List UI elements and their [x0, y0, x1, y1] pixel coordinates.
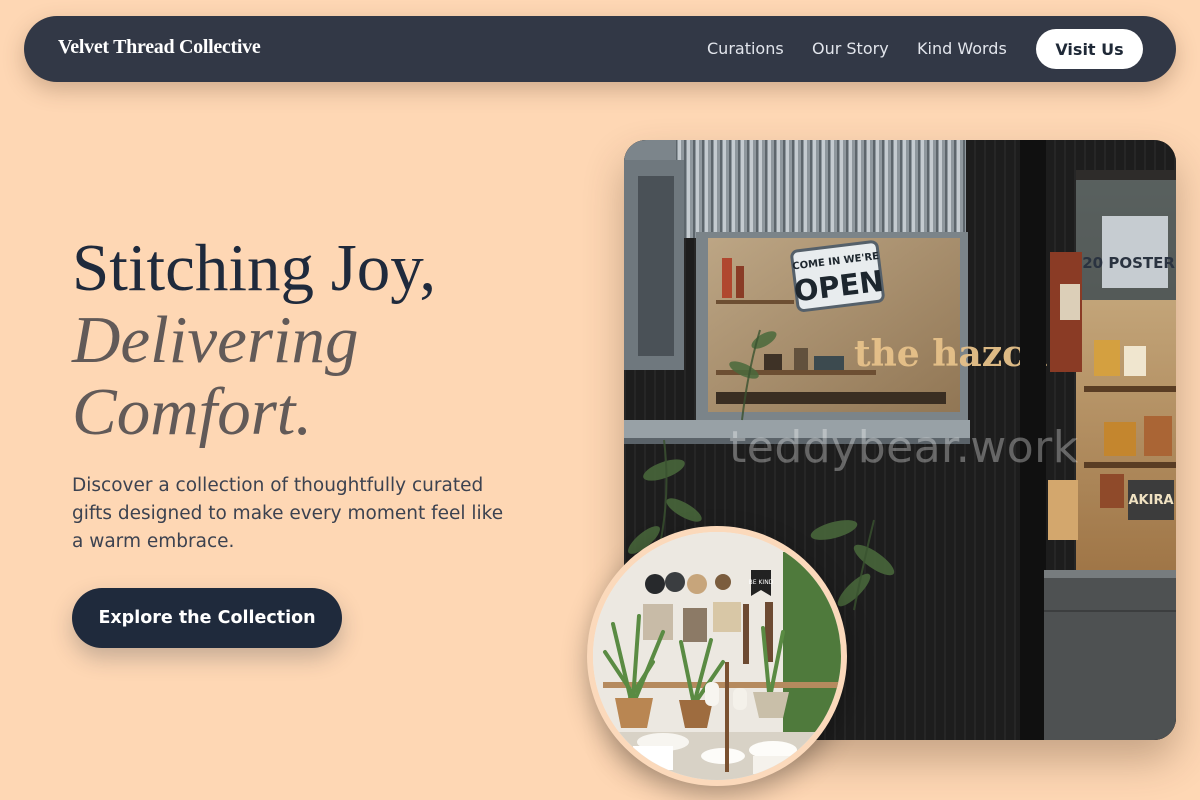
shop-interior-illustration: BE KIND [593, 532, 841, 780]
book-cover-text: AKIRA [1128, 493, 1173, 508]
hero-heading-line-3: Comfort. [72, 375, 313, 449]
watermark-text: teddybear.work [729, 422, 1079, 473]
pennant-text: BE KIND [749, 579, 774, 586]
hero-description: Discover a collection of thoughtfully cu… [72, 475, 504, 552]
nav-link-kind-words[interactable]: Kind Words [917, 39, 1007, 58]
hero-heading-line-1: Stitching Joy, [72, 231, 437, 305]
poster-text: 20 POSTERS [1082, 254, 1176, 272]
nav-link-our-story[interactable]: Our Story [812, 39, 889, 58]
nav-link-curations[interactable]: Curations [707, 39, 784, 58]
shop-interior-circle-photo: BE KIND [587, 526, 847, 786]
window-lettering: the hazca [854, 333, 1047, 375]
explore-collection-button[interactable]: Explore the Collection [72, 588, 342, 648]
hero-heading-line-2: Delivering [72, 303, 359, 377]
hero-heading: Stitching Joy, Delivering Comfort. [72, 232, 436, 448]
brand-logo-text[interactable]: Velvet Thread Collective [58, 36, 261, 59]
top-navbar: Velvet Thread Collective Curations Our S… [24, 16, 1176, 82]
visit-us-button[interactable]: Visit Us [1036, 29, 1143, 69]
